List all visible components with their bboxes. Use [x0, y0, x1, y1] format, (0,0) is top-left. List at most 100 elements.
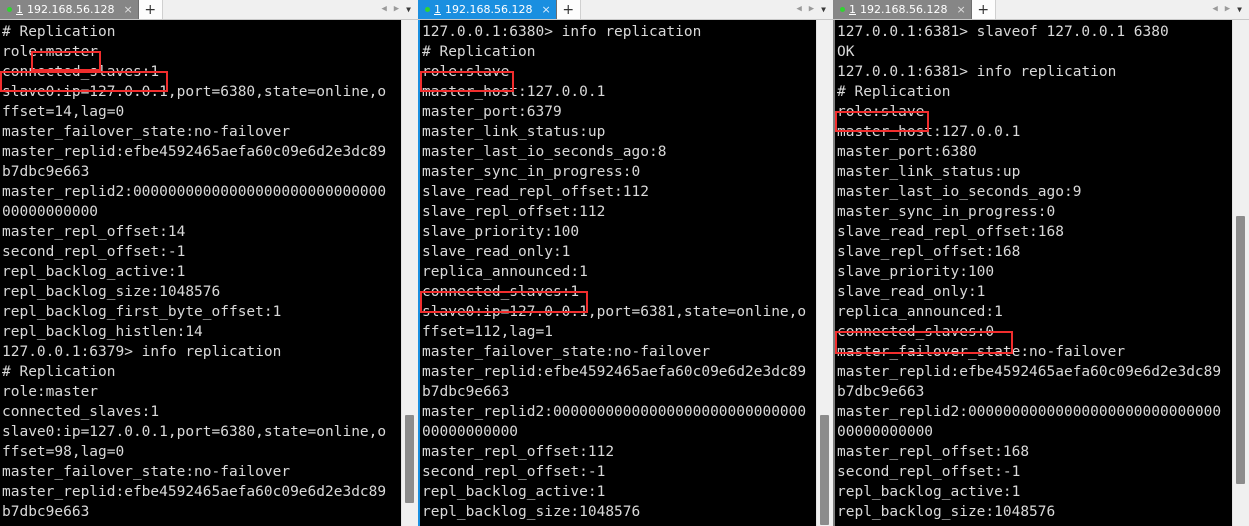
terminal-line: master_replid2:0000000000000000000000000… — [2, 184, 387, 200]
tab-bar-2: 1 192.168.56.128 × + ◀ ▶ ▼ — [418, 0, 833, 20]
close-icon[interactable]: × — [956, 4, 965, 15]
terminal-line: repl_backlog_active:1 — [2, 264, 186, 280]
terminal-line: connected_slaves:1 — [2, 64, 160, 80]
terminal-line: repl_backlog_active:1 — [837, 484, 1021, 500]
tab-next-icon[interactable]: ▶ — [809, 5, 814, 14]
terminal-area-2: 127.0.0.1:6380> info replication # Replic… — [418, 20, 833, 526]
terminal-line: slave_priority:100 — [837, 264, 995, 280]
terminal-line: ffset=98,lag=0 — [2, 444, 125, 460]
tab-192-168-56-128-p1[interactable]: 1 192.168.56.128 × — [0, 0, 139, 19]
scrollbar-thumb[interactable] — [1236, 216, 1245, 484]
terminal-line: 00000000000 — [2, 204, 99, 220]
terminal-line: OK — [837, 44, 855, 60]
terminal-line: b7dbc9e663 — [2, 164, 90, 180]
terminal-line: slave_repl_offset:112 — [422, 204, 606, 220]
terminal-line: second_repl_offset:-1 — [422, 464, 606, 480]
tab-title: 192.168.56.128 — [860, 3, 948, 16]
chevron-down-icon[interactable]: ▼ — [1237, 5, 1242, 14]
terminal-line: master_host:127.0.0.1 — [422, 84, 606, 100]
terminal-line: slave0:ip=127.0.0.1,port=6380,state=onli… — [2, 84, 387, 100]
terminal-line: master_replid2:0000000000000000000000000… — [837, 404, 1222, 420]
terminal-line: master_last_io_seconds_ago:8 — [422, 144, 667, 160]
terminal-line: master_port:6379 — [422, 104, 562, 120]
terminal-line: slave_read_only:1 — [422, 244, 571, 260]
terminal-line: # Replication — [2, 24, 116, 40]
terminal-line: second_repl_offset:-1 — [2, 244, 186, 260]
tab-scroll-controls-3: ◀ ▶ ▼ — [1212, 0, 1249, 19]
terminal-line: slave_repl_offset:168 — [837, 244, 1021, 260]
terminal-line: b7dbc9e663 — [837, 384, 925, 400]
terminal-line: repl_backlog_size:1048576 — [422, 504, 641, 520]
chevron-down-icon[interactable]: ▼ — [406, 5, 411, 14]
terminal-line: master_sync_in_progress:0 — [837, 204, 1056, 220]
terminal-line: repl_backlog_active:1 — [422, 484, 606, 500]
terminal-scrollbar-2[interactable] — [816, 20, 833, 526]
terminal-line: 00000000000 — [422, 424, 519, 440]
terminal-line: b7dbc9e663 — [2, 504, 90, 520]
tab-prev-icon[interactable]: ◀ — [796, 5, 801, 14]
tab-prev-icon[interactable]: ◀ — [381, 5, 386, 14]
close-icon[interactable]: × — [541, 4, 550, 15]
terminal-line: master_repl_offset:168 — [837, 444, 1030, 460]
new-tab-button[interactable]: + — [971, 0, 996, 19]
terminal-line: # Replication — [837, 84, 951, 100]
terminal-line: master_last_io_seconds_ago:9 — [837, 184, 1082, 200]
tab-prev-icon[interactable]: ◀ — [1212, 5, 1217, 14]
terminal-panel-1: 1 192.168.56.128 × + ◀ ▶ ▼ # Replication… — [0, 0, 418, 526]
tab-bar-1: 1 192.168.56.128 × + ◀ ▶ ▼ — [0, 0, 418, 20]
tab-bar-filler — [162, 0, 382, 19]
terminal-line: 127.0.0.1:6381> info replication — [837, 64, 1117, 80]
new-tab-button[interactable]: + — [556, 0, 581, 19]
terminal-line: slave_read_repl_offset:112 — [422, 184, 649, 200]
tab-scroll-controls-2: ◀ ▶ ▼ — [796, 0, 833, 19]
tab-next-icon[interactable]: ▶ — [394, 5, 399, 14]
terminal-line: role:slave — [837, 104, 925, 120]
terminal-line: master_sync_in_progress:0 — [422, 164, 641, 180]
tab-number: 1 — [16, 3, 23, 16]
terminal-line: repl_backlog_histlen:14 — [2, 324, 203, 340]
terminal-line: repl_backlog_size:1048576 — [837, 504, 1056, 520]
terminal-line: ffset=112,lag=1 — [422, 324, 553, 340]
new-tab-button[interactable]: + — [138, 0, 163, 19]
tab-scroll-controls-1: ◀ ▶ ▼ — [381, 0, 418, 19]
chevron-down-icon[interactable]: ▼ — [821, 5, 826, 14]
close-icon[interactable]: × — [123, 4, 132, 15]
terminal-line: master_failover_state:no-failover — [2, 124, 291, 140]
tab-title: 192.168.56.128 — [445, 3, 533, 16]
tab-bar-3: 1 192.168.56.128 × + ◀ ▶ ▼ — [833, 0, 1249, 20]
terminal-output-1[interactable]: # Replication role:master connected_slaves… — [0, 20, 401, 526]
tab-number: 1 — [849, 3, 856, 16]
tab-number: 1 — [434, 3, 441, 16]
terminal-output-3[interactable]: 127.0.0.1:6381> slaveof 127.0.0.1 6380 OK… — [833, 20, 1232, 526]
terminal-line: master_repl_offset:14 — [2, 224, 186, 240]
scrollbar-thumb[interactable] — [820, 415, 829, 525]
terminal-line: slave0:ip=127.0.0.1,port=6380,state=onli… — [2, 424, 387, 440]
terminal-line: role:master — [2, 44, 99, 60]
terminal-line: # Replication — [2, 364, 116, 380]
scrollbar-thumb[interactable] — [405, 415, 414, 503]
tab-next-icon[interactable]: ▶ — [1225, 5, 1230, 14]
terminal-line: # Replication — [422, 44, 536, 60]
terminal-line: repl_backlog_first_byte_offset:1 — [2, 304, 282, 320]
tab-bar-filler — [995, 0, 1213, 19]
terminal-line: master_link_status:up — [422, 124, 606, 140]
tab-192-168-56-128-p3[interactable]: 1 192.168.56.128 × — [833, 0, 972, 19]
terminal-panel-2: 1 192.168.56.128 × + ◀ ▶ ▼ 127.0.0.1:638… — [418, 0, 833, 526]
terminal-line: 127.0.0.1:6381> slaveof 127.0.0.1 6380 — [837, 24, 1169, 40]
terminal-line: slave_read_only:1 — [837, 284, 986, 300]
terminal-line: slave_priority:100 — [422, 224, 580, 240]
terminal-line: master_host:127.0.0.1 — [837, 124, 1021, 140]
terminal-line: slave_read_repl_offset:168 — [837, 224, 1064, 240]
terminal-area-1: # Replication role:master connected_slaves… — [0, 20, 418, 526]
terminal-line: replica_announced:1 — [422, 264, 588, 280]
terminal-line: b7dbc9e663 — [422, 384, 510, 400]
terminal-output-2[interactable]: 127.0.0.1:6380> info replication # Replic… — [418, 20, 816, 526]
green-status-dot — [425, 7, 430, 12]
tab-title: 192.168.56.128 — [27, 3, 115, 16]
tab-bar-filler — [580, 0, 797, 19]
tab-192-168-56-128-p2[interactable]: 1 192.168.56.128 × — [418, 0, 557, 19]
terminal-scrollbar-1[interactable] — [401, 20, 418, 526]
terminal-line: connected_slaves:1 — [422, 284, 580, 300]
terminal-line: master_port:6380 — [837, 144, 977, 160]
terminal-scrollbar-3[interactable] — [1232, 20, 1249, 526]
